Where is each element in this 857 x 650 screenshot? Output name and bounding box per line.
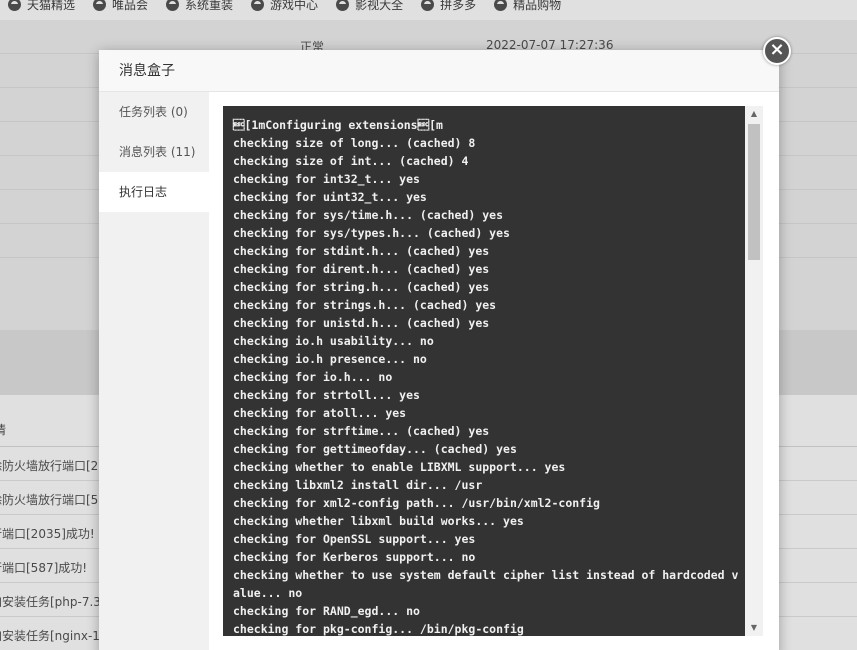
execution-log-panel[interactable]: [1mConfiguring extensions[m checking si… [223, 106, 763, 636]
scroll-down-arrow-icon[interactable]: ▼ [745, 620, 763, 636]
log-line: checking for int32_t... yes [233, 172, 420, 186]
log-line: checking for gettimeofday... (cached) ye… [233, 442, 517, 456]
message-box-modal: 消息盒子 任务列表 (0) 消息列表 (11) 执行日志 [1mConfiguri… [99, 50, 779, 650]
log-line: checking for io.h... no [233, 370, 393, 384]
log-line: checking for pkg-config... /bin/pkg-conf… [233, 622, 524, 636]
log-line: [1mConfiguring extensions[m [233, 118, 443, 132]
log-line: checking io.h usability... no [233, 334, 434, 348]
log-line: checking for sys/time.h... (cached) yes [233, 208, 504, 222]
log-line: checking libxml2 install dir... /usr [233, 478, 483, 492]
log-line: checking for OpenSSL support... yes [233, 532, 476, 546]
tab-task-list[interactable]: 任务列表 (0) [99, 92, 209, 132]
modal-sidebar: 任务列表 (0) 消息列表 (11) 执行日志 [99, 92, 209, 650]
log-scrollbar[interactable]: ▲ ▼ [745, 106, 763, 636]
log-line: checking for dirent.h... (cached) yes [233, 262, 490, 276]
tab-message-list[interactable]: 消息列表 (11) [99, 132, 209, 172]
close-button[interactable]: × [763, 37, 791, 65]
log-line: checking whether to enable LIBXML suppor… [233, 460, 566, 474]
log-line: checking for sys/types.h... (cached) yes [233, 226, 510, 240]
log-line: checking whether libxml build works... y… [233, 514, 524, 528]
log-output: [1mConfiguring extensions[m checking si… [223, 106, 745, 636]
log-line: checking size of int... (cached) 4 [233, 154, 469, 168]
log-line: checking for atoll... yes [233, 406, 407, 420]
scroll-thumb[interactable] [748, 124, 760, 260]
log-line: checking for strings.h... (cached) yes [233, 298, 497, 312]
tab-execution-log[interactable]: 执行日志 [99, 172, 209, 212]
modal-title: 消息盒子 [99, 50, 779, 92]
log-line: checking for xml2-config path... /usr/bi… [233, 496, 600, 510]
log-line: checking size of long... (cached) 8 [233, 136, 476, 150]
log-line: checking for stdint.h... (cached) yes [233, 244, 490, 258]
log-line: checking io.h presence... no [233, 352, 427, 366]
log-line: checking for uint32_t... yes [233, 190, 427, 204]
log-line: checking for strftime... (cached) yes [233, 424, 490, 438]
log-line: checking for RAND_egd... no [233, 604, 420, 618]
log-line: checking for unistd.h... (cached) yes [233, 316, 490, 330]
scroll-up-arrow-icon[interactable]: ▲ [745, 106, 763, 122]
log-line: checking for string.h... (cached) yes [233, 280, 490, 294]
log-line: checking for strtoll... yes [233, 388, 420, 402]
log-line: checking whether to use system default c… [233, 568, 739, 600]
log-line: checking for Kerberos support... no [233, 550, 476, 564]
